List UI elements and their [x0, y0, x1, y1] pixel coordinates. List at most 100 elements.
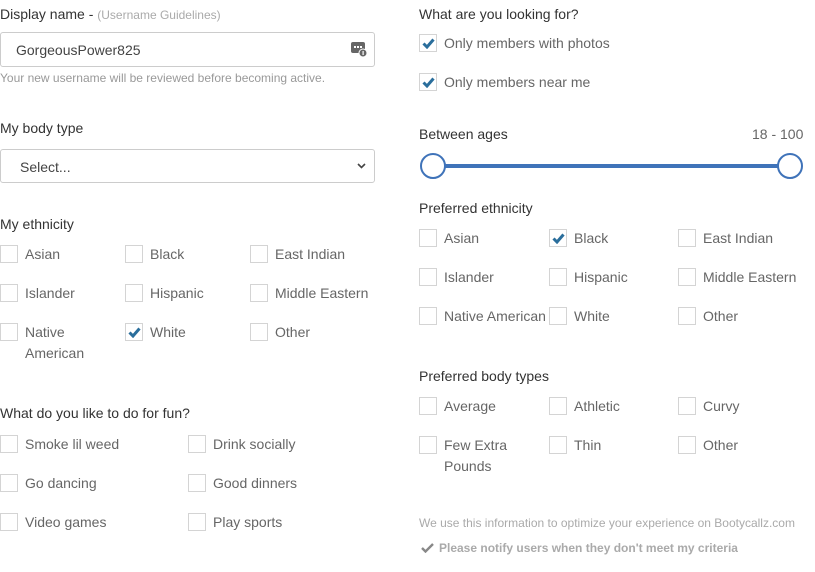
my-ethnicity-checkbox-other[interactable]: Other — [250, 323, 310, 343]
checkbox-checked[interactable] — [549, 229, 567, 247]
checkbox-label: Islander — [25, 285, 75, 301]
checkbox-unchecked[interactable] — [549, 307, 567, 325]
fun-checkbox-drink-socially[interactable]: Drink socially — [188, 435, 295, 455]
checkbox-label: Islander — [444, 269, 494, 285]
looking-for-checkbox-only-members-with-photos[interactable]: Only members with photos — [419, 34, 610, 54]
checkbox-unchecked[interactable] — [0, 245, 18, 263]
checkbox-label: Only members near me — [444, 74, 591, 90]
body-type-select[interactable]: Select... — [0, 149, 375, 183]
check-icon — [422, 77, 435, 88]
checkbox-unchecked[interactable] — [0, 435, 18, 453]
fun-checkbox-smoke-lil-weed[interactable]: Smoke lil weed — [0, 435, 119, 455]
checkbox-unchecked[interactable] — [419, 397, 437, 415]
pref-ethnicity-checkbox-native-american[interactable]: Native American — [419, 307, 546, 327]
looking-for-checkbox-only-members-near-me[interactable]: Only members near me — [419, 73, 590, 93]
fun-checkbox-play-sports[interactable]: Play sports — [188, 513, 282, 533]
ages-label: Between ages — [419, 126, 508, 142]
pref-body-checkbox-thin[interactable]: Thin — [549, 436, 601, 456]
checkbox-label: Average — [444, 398, 496, 414]
age-min-handle[interactable] — [420, 153, 446, 179]
pref-ethnicity-checkbox-east-indian[interactable]: East Indian — [678, 229, 773, 249]
pref-ethnicity-checkbox-middle-eastern[interactable]: Middle Eastern — [678, 268, 796, 288]
checkbox-unchecked[interactable] — [419, 307, 437, 325]
body-type-selected: Select... — [20, 159, 71, 175]
checkbox-unchecked[interactable] — [0, 284, 18, 302]
checkbox-unchecked[interactable] — [250, 284, 268, 302]
username-guidelines-link[interactable]: (Username Guidelines) — [97, 8, 220, 22]
checkbox-unchecked[interactable] — [250, 245, 268, 263]
info-text: We use this information to optimize your… — [419, 516, 795, 530]
checkbox-label: Middle Eastern — [703, 269, 797, 285]
check-icon — [552, 233, 565, 244]
checkbox-unchecked[interactable] — [0, 474, 18, 492]
checkbox-checked[interactable] — [419, 34, 437, 52]
my-ethnicity-label: My ethnicity — [0, 216, 74, 232]
checkbox-unchecked[interactable] — [678, 307, 696, 325]
fun-checkbox-video-games[interactable]: Video games — [0, 513, 106, 533]
check-icon — [128, 327, 141, 338]
checkbox-unchecked[interactable] — [188, 513, 206, 531]
fun-checkbox-go-dancing[interactable]: Go dancing — [0, 474, 97, 494]
chevron-down-icon — [357, 163, 366, 169]
checkbox-unchecked[interactable] — [125, 245, 143, 263]
keyboard-badge-icon[interactable] — [351, 41, 367, 57]
username-review-note: Your new username will be reviewed befor… — [0, 71, 326, 85]
pref-body-checkbox-few-extra-pounds[interactable]: Few Extra Pounds — [419, 436, 524, 477]
display-name-input[interactable]: GorgeousPower825 — [0, 32, 375, 67]
checkbox-unchecked[interactable] — [549, 397, 567, 415]
my-ethnicity-checkbox-east-indian[interactable]: East Indian — [250, 245, 345, 265]
checkbox-unchecked[interactable] — [419, 229, 437, 247]
pref-ethnicity-checkbox-white[interactable]: White — [549, 307, 610, 327]
display-name-value: GorgeousPower825 — [16, 42, 141, 58]
checkbox-checked[interactable] — [125, 323, 143, 341]
checkbox-unchecked[interactable] — [250, 323, 268, 341]
my-ethnicity-checkbox-asian[interactable]: Asian — [0, 245, 60, 265]
checkbox-unchecked[interactable] — [678, 268, 696, 286]
age-slider-track[interactable] — [433, 164, 790, 168]
checkbox-label: Black — [574, 230, 609, 246]
my-ethnicity-checkbox-middle-eastern[interactable]: Middle Eastern — [250, 284, 368, 304]
checkbox-label: Native American — [444, 308, 546, 324]
checkbox-checked[interactable] — [419, 73, 437, 91]
pref-body-checkbox-other[interactable]: Other — [678, 436, 738, 456]
pref-ethnicity-checkbox-hispanic[interactable]: Hispanic — [549, 268, 628, 288]
checkbox-unchecked[interactable] — [125, 284, 143, 302]
pref-ethnicity-checkbox-asian[interactable]: Asian — [419, 229, 479, 249]
pref-body-checkbox-athletic[interactable]: Athletic — [549, 397, 620, 417]
pref-ethnicity-checkbox-islander[interactable]: Islander — [419, 268, 494, 288]
checkbox-unchecked[interactable] — [678, 397, 696, 415]
display-name-label-text: Display name - — [0, 6, 94, 22]
checkbox-unchecked[interactable] — [0, 513, 18, 531]
checkbox-unchecked[interactable] — [0, 323, 18, 341]
checkbox-label: Smoke lil weed — [25, 436, 120, 452]
checkbox-label: Drink socially — [213, 436, 296, 452]
my-ethnicity-checkbox-black[interactable]: Black — [125, 245, 184, 265]
checkbox-label: Thin — [574, 437, 602, 453]
checkbox-unchecked[interactable] — [678, 436, 696, 454]
fun-checkbox-good-dinners[interactable]: Good dinners — [188, 474, 297, 494]
checkbox-label: Go dancing — [25, 475, 97, 491]
checkbox-unchecked[interactable] — [188, 474, 206, 492]
my-ethnicity-checkbox-native-american[interactable]: Native American — [0, 323, 105, 364]
pref-body-checkbox-average[interactable]: Average — [419, 397, 496, 417]
my-ethnicity-checkbox-white[interactable]: White — [125, 323, 186, 343]
age-max-handle[interactable] — [777, 153, 803, 179]
check-icon — [422, 38, 435, 49]
pref-body-checkbox-curvy[interactable]: Curvy — [678, 397, 740, 417]
checkbox-label: Other — [703, 308, 739, 324]
checkbox-unchecked[interactable] — [419, 436, 437, 454]
checkbox-label: White — [574, 308, 610, 324]
checkbox-unchecked[interactable] — [678, 229, 696, 247]
checkbox-unchecked[interactable] — [549, 436, 567, 454]
pref-ethnicity-checkbox-black[interactable]: Black — [549, 229, 608, 249]
pref-ethnicity-checkbox-other[interactable]: Other — [678, 307, 738, 327]
checkbox-label: Play sports — [213, 514, 283, 530]
notify-criteria-toggle[interactable]: Please notify users when they don't meet… — [421, 541, 738, 555]
my-ethnicity-checkbox-islander[interactable]: Islander — [0, 284, 75, 304]
my-ethnicity-checkbox-hispanic[interactable]: Hispanic — [125, 284, 204, 304]
checkbox-unchecked[interactable] — [419, 268, 437, 286]
checkbox-label: East Indian — [703, 230, 774, 246]
checkbox-unchecked[interactable] — [188, 435, 206, 453]
checkbox-label: Few Extra Pounds — [444, 437, 508, 474]
checkbox-unchecked[interactable] — [549, 268, 567, 286]
